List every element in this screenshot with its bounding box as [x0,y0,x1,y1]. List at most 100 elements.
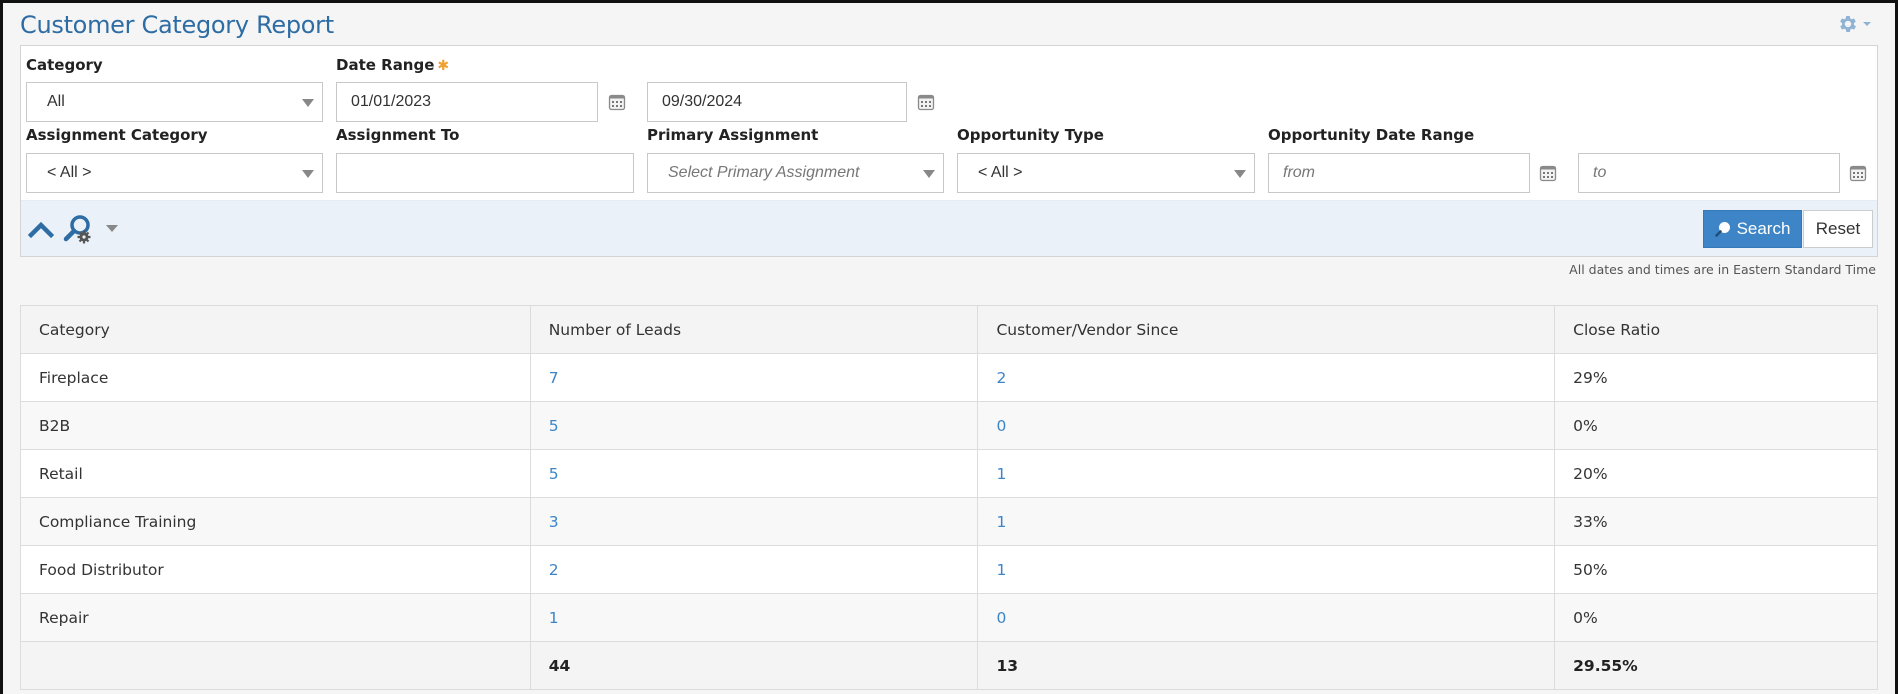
opportunity-date-from-placeholder: from [1283,164,1315,181]
primary-assignment-placeholder: Select Primary Assignment [668,164,860,181]
date-to-input[interactable]: 09/30/2024 [647,82,907,122]
cell-category: B2B [20,401,531,450]
leads-link[interactable]: 1 [549,609,559,627]
cell-since: 1 [977,497,1556,546]
cell-category: Retail [20,449,531,498]
leads-link[interactable]: 2 [549,561,559,579]
primary-assignment-label: Primary Assignment [647,126,819,144]
table-row: Compliance Training 3 1 33% [20,497,1878,546]
search-button-label: Search [1736,219,1791,238]
cell-leads: 1 [529,593,979,642]
cell-leads: 7 [529,353,979,402]
cell-close-ratio: 0% [1554,401,1878,450]
cell-close-ratio: 50% [1554,545,1878,594]
reset-button[interactable]: Reset [1803,210,1873,248]
cell-leads: 5 [529,401,979,450]
since-link[interactable]: 0 [996,609,1006,627]
total-close-ratio: 29.55% [1554,641,1878,690]
dropdown-arrow-icon [302,170,314,178]
cell-since: 1 [977,449,1556,498]
table-row: Repair 1 0 0% [20,593,1878,642]
calendar-icon[interactable] [917,93,935,111]
leads-link[interactable]: 3 [549,513,559,531]
column-header-close-ratio[interactable]: Close Ratio [1554,305,1878,354]
cell-since: 0 [977,401,1556,450]
assignment-to-input[interactable] [336,153,634,193]
opportunity-date-from-input[interactable]: from [1268,153,1530,193]
category-label: Category [26,56,103,74]
date-from-input[interactable]: 01/01/2023 [336,82,598,122]
date-from-value: 01/01/2023 [351,93,432,110]
category-value: All [47,93,65,110]
timezone-note: All dates and times are in Eastern Stand… [1569,262,1876,277]
chevron-down-icon [1863,22,1871,26]
table-row: Food Distributor 2 1 50% [20,545,1878,594]
cell-close-ratio: 29% [1554,353,1878,402]
calendar-icon[interactable] [608,93,626,111]
search-button[interactable]: Search [1703,210,1802,248]
leads-link[interactable]: 5 [549,465,559,483]
page-title: Customer Category Report [20,11,334,39]
cell-category: Fireplace [20,353,531,402]
since-link[interactable]: 0 [996,417,1006,435]
assignment-to-label: Assignment To [336,126,460,144]
since-link[interactable]: 1 [996,465,1006,483]
table-row: Retail 5 1 20% [20,449,1878,498]
calendar-icon[interactable] [1539,164,1557,182]
leads-link[interactable]: 7 [549,369,559,387]
total-category [20,641,531,690]
dropdown-arrow-icon [1234,170,1246,178]
column-header-leads[interactable]: Number of Leads [529,305,979,354]
column-header-category[interactable]: Category [20,305,531,354]
total-since: 13 [977,641,1556,690]
cell-leads: 5 [529,449,979,498]
cell-leads: 3 [529,497,979,546]
primary-assignment-select[interactable]: Select Primary Assignment [647,153,944,193]
category-select[interactable]: All [26,82,323,122]
table-header-row: Category Number of Leads Customer/Vendor… [20,305,1878,354]
settings-menu-button[interactable] [1837,13,1871,35]
total-leads: 44 [529,641,979,690]
dropdown-arrow-icon [923,170,935,178]
cell-close-ratio: 20% [1554,449,1878,498]
opportunity-date-to-placeholder: to [1593,164,1607,181]
assignment-category-select[interactable]: < All > [26,153,323,193]
opportunity-date-to-input[interactable]: to [1578,153,1840,193]
cell-since: 0 [977,593,1556,642]
chevron-down-icon[interactable] [106,225,118,232]
opportunity-type-label: Opportunity Type [957,126,1104,144]
table-row: B2B 5 0 0% [20,401,1878,450]
opportunity-type-value: < All > [978,164,1023,181]
filter-toolbar: Search Reset [21,200,1877,256]
search-icon [1714,222,1730,237]
cell-since: 1 [977,545,1556,594]
since-link[interactable]: 1 [996,513,1006,531]
cell-category: Repair [20,593,531,642]
date-range-label-text: Date Range [336,56,435,74]
table-row: Fireplace 7 2 29% [20,353,1878,402]
cell-leads: 2 [529,545,979,594]
cell-category: Food Distributor [20,545,531,594]
cell-category: Compliance Training [20,497,531,546]
required-icon: ✱ [437,58,450,74]
date-range-label: Date Range ✱ [336,56,449,74]
column-header-since[interactable]: Customer/Vendor Since [977,305,1556,354]
leads-link[interactable]: 5 [549,417,559,435]
cell-close-ratio: 0% [1554,593,1878,642]
chevron-up-icon[interactable] [28,219,54,239]
opportunity-type-select[interactable]: < All > [957,153,1255,193]
date-to-value: 09/30/2024 [662,93,743,110]
cell-close-ratio: 33% [1554,497,1878,546]
assignment-category-label: Assignment Category [26,126,208,144]
filter-panel: Category All Date Range ✱ 01/01/2023 09/3… [20,45,1878,257]
totals-row: 44 13 29.55% [20,641,1878,690]
since-link[interactable]: 2 [996,369,1006,387]
search-settings-icon[interactable] [63,213,95,245]
report-page: Customer Category Report Category All Da… [3,3,1895,694]
calendar-icon[interactable] [1849,164,1867,182]
opportunity-date-range-label: Opportunity Date Range [1268,126,1475,144]
dropdown-arrow-icon [302,99,314,107]
cell-since: 2 [977,353,1556,402]
since-link[interactable]: 1 [996,561,1006,579]
report-table: Category Number of Leads Customer/Vendor… [20,305,1878,690]
